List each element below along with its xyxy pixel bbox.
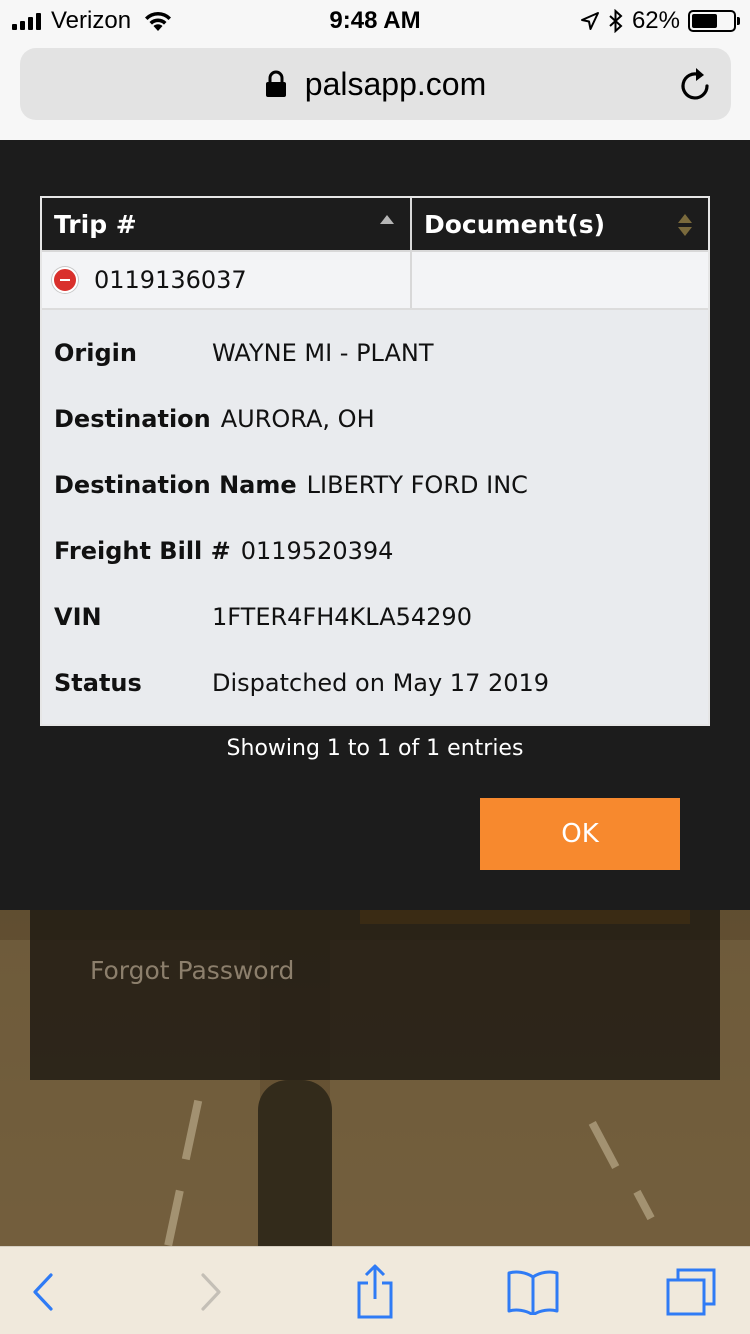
detail-label: Destination [54, 405, 211, 433]
tabs-icon [666, 1268, 716, 1316]
detail-value: 1FTER4FH4KLA54290 [212, 603, 472, 631]
table-row[interactable]: 0119136037 [42, 252, 708, 310]
lock-icon [265, 70, 286, 97]
location-icon [580, 12, 599, 30]
battery-percent: 62% [631, 7, 680, 34]
detail-row-freight-bill: Freight Bill # 0119520394 [54, 518, 696, 584]
bookmarks-icon [507, 1270, 559, 1315]
share-icon [357, 1264, 393, 1319]
detail-row-destination-name: Destination Name LIBERTY FORD INC [54, 452, 696, 518]
status-right: 62% [580, 7, 740, 35]
detail-label: VIN [54, 603, 102, 631]
forgot-password-link[interactable]: Forgot Password [90, 956, 294, 985]
road-median [258, 1080, 332, 1246]
detail-row-destination: Destination AURORA, OH [54, 386, 696, 452]
detail-label: Destination Name [54, 471, 297, 499]
browser-toolbar [0, 1246, 750, 1334]
detail-label: Status [54, 669, 142, 697]
table-header: Trip # Document(s) [42, 198, 708, 252]
documents-cell [412, 252, 708, 308]
ok-button[interactable]: OK [480, 798, 680, 870]
detail-row-origin: Origin WAYNE MI - PLANT [54, 320, 696, 386]
detail-value: AURORA, OH [220, 405, 375, 433]
bluetooth-icon [609, 9, 623, 33]
trip-table: Trip # Document(s) 0119136037 Origin WAY… [40, 196, 710, 726]
trip-details: Origin WAYNE MI - PLANT Destination AURO… [42, 310, 708, 724]
detail-label: Freight Bill # [54, 537, 231, 565]
reload-icon[interactable] [679, 66, 713, 102]
trip-number-cell: 0119136037 [42, 252, 412, 308]
detail-value: 0119520394 [240, 537, 394, 565]
detail-value: WAYNE MI - PLANT [212, 339, 434, 367]
detail-row-status: Status Dispatched on May 17 2019 [54, 650, 696, 716]
tabs-button[interactable] [664, 1265, 718, 1319]
back-button[interactable] [16, 1265, 70, 1319]
login-panel: Forgot Password [30, 910, 720, 1080]
url-text: palsapp.com [304, 65, 487, 102]
sort-ascending-icon [380, 215, 394, 224]
trip-details-modal: Trip # Document(s) 0119136037 Origin WAY… [0, 140, 750, 910]
column-header-trip[interactable]: Trip # [42, 198, 412, 250]
browser-chrome: palsapp.com [0, 40, 750, 140]
column-header-label: Trip # [54, 209, 137, 239]
battery-icon [688, 10, 740, 32]
address-bar[interactable]: palsapp.com [20, 48, 731, 120]
back-icon [33, 1273, 53, 1311]
share-button[interactable] [348, 1259, 402, 1323]
battery-level [692, 14, 717, 28]
column-header-label: Document(s) [424, 209, 606, 239]
status-bar: Verizon 9:48 AM 62% [0, 0, 750, 40]
detail-label: Origin [54, 339, 137, 367]
collapse-row-icon[interactable] [52, 267, 78, 293]
table-info: Showing 1 to 1 of 1 entries [226, 736, 524, 761]
forward-icon [201, 1273, 221, 1311]
forward-button[interactable] [184, 1265, 238, 1319]
sort-icon [678, 214, 692, 236]
column-header-documents[interactable]: Document(s) [412, 198, 708, 250]
trip-number: 0119136037 [94, 266, 247, 294]
detail-row-vin: VIN 1FTER4FH4KLA54290 [54, 584, 696, 650]
detail-value: Dispatched on May 17 2019 [212, 669, 550, 697]
detail-value: LIBERTY FORD INC [306, 471, 528, 499]
bookmarks-button[interactable] [506, 1265, 560, 1319]
